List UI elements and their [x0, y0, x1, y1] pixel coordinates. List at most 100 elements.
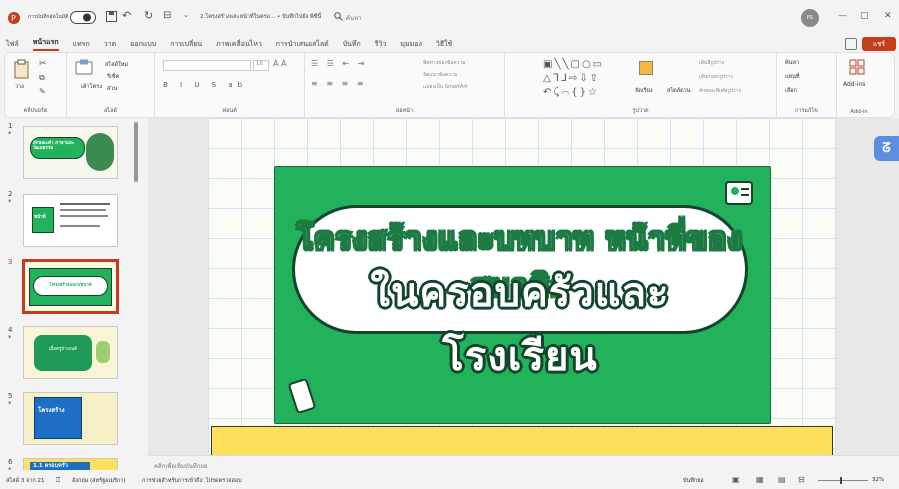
new-slide-icon[interactable] [75, 59, 93, 81]
id-card-icon [723, 179, 757, 211]
quick-styles-button[interactable]: สไตล์ด่วน [667, 87, 691, 95]
slide-thumbnail-2[interactable]: หน้าที่ [23, 194, 118, 247]
arrange-icon[interactable] [639, 61, 653, 75]
zoom-slider-thumb[interactable] [840, 477, 842, 484]
increase-font-icon[interactable]: A A [273, 59, 287, 68]
close-button[interactable]: ✕ [884, 11, 892, 21]
reset-button[interactable]: รีเซ็ต [107, 73, 119, 81]
thumb-title-6: 1.1 ครอบครัว [33, 463, 68, 469]
font-format-icons[interactable]: B I U S ab [163, 81, 247, 89]
tab-review[interactable]: รีวิว [375, 39, 387, 50]
notes-button[interactable]: บันทึกย่อ [683, 477, 704, 485]
section-button[interactable]: ส่วน [107, 85, 117, 93]
customize-qat-icon[interactable]: ⌄ [183, 11, 189, 19]
reading-view-icon[interactable]: ▤ [778, 475, 786, 484]
comments-icon[interactable] [845, 38, 857, 50]
shape-fill-button[interactable]: เติมสีรูปร่าง [699, 59, 724, 67]
accessibility-status[interactable]: การช่วยสำหรับการเข้าถึง: โปรดตรวจสอบ [142, 477, 242, 485]
arrange-button[interactable]: จัดเรียง [635, 87, 653, 95]
avatar[interactable]: PS [801, 9, 819, 27]
smartart-button[interactable]: แปลงเป็น SmartArt [423, 83, 467, 91]
zoom-level[interactable]: 32% [872, 477, 884, 483]
slide-sorter-icon[interactable]: ▦ [756, 475, 764, 484]
addins-group-label: Add-in [850, 109, 868, 115]
tab-view[interactable]: มุมมอง [400, 39, 421, 50]
document-title[interactable]: 2.โครงสร้างและหน้าที่ในครอ... • บันทึกไป… [200, 13, 321, 21]
replace-button[interactable]: แทนที่ [785, 73, 800, 81]
copilot-icon[interactable]: ᘔ [874, 136, 899, 161]
search-icon [334, 12, 343, 21]
normal-view-icon[interactable]: ▣ [732, 475, 740, 484]
addins-button[interactable]: Add-ins [843, 81, 865, 88]
paste-icon[interactable] [13, 59, 31, 81]
shape-outline-button[interactable]: เส้นกรอบรูปร่าง [699, 73, 733, 81]
redo-icon[interactable]: ↻ [144, 9, 153, 22]
slide-editor[interactable]: โครงสร้างและบทบาท หน้าที่ของสมาชิก ในครอ… [148, 118, 899, 455]
slide-thumbnail-6[interactable]: 1.1 ครอบครัว [23, 458, 118, 470]
cut-icon[interactable]: ✂ [39, 59, 47, 69]
search-input[interactable]: ค้นหา [346, 13, 361, 23]
thumb-title-3: โครงสร้างและบทบาท [49, 283, 92, 288]
zoom-slider[interactable] [818, 480, 868, 481]
align-icons[interactable]: ≡ ≡ ≡ ≡ [311, 79, 366, 88]
font-size-combo[interactable]: 18 [253, 60, 269, 71]
font-name-combo[interactable] [163, 60, 251, 71]
language-indicator[interactable]: อังกฤษ (สหรัฐอเมริกา) [72, 477, 125, 485]
spelling-icon[interactable]: ⍞ [56, 476, 60, 485]
autosave-toggle[interactable] [70, 11, 96, 24]
slides-group-label: สไลด์ [103, 108, 118, 114]
present-icon[interactable]: ⊟ [163, 10, 171, 21]
thumb-title-1: ลักษณะคำ ภาษาและวัฒนธรรม [33, 141, 75, 152]
slide-thumbnail-3[interactable]: โครงสร้างและบทบาท [22, 259, 119, 314]
tab-home[interactable]: หน้าแรก [32, 37, 59, 51]
share-button[interactable]: แชร์ [862, 37, 896, 51]
title-text-box[interactable]: โครงสร้างและบทบาท หน้าที่ของสมาชิก ในครอ… [292, 205, 748, 380]
bullets-icons[interactable]: ☰ ☰ ⇤ ⇥ [311, 59, 367, 68]
tab-slideshow[interactable]: การนำเสนอสไลด์ [276, 39, 329, 50]
slide-title-line-2[interactable]: ในครอบครัวและโรงเรียน [295, 260, 745, 388]
tab-design[interactable]: ออกแบบ [130, 39, 156, 50]
slide-thumbnail-5[interactable]: โครงสร้าง [23, 392, 118, 445]
minimize-button[interactable]: — [838, 11, 847, 21]
thumb-star-5: * [8, 400, 12, 408]
tab-draw[interactable]: วาด [104, 39, 116, 50]
select-button[interactable]: เลือก [785, 87, 797, 95]
paragraph-group-label: ย่อหน้า [396, 108, 413, 114]
thumbnails-scrollbar[interactable] [134, 122, 138, 182]
shapes-gallery-row2[interactable]: △ᒣᒧ⇨⇩⇧ [543, 73, 600, 84]
shapes-gallery[interactable]: ▣╲╲▢○▭ [543, 59, 604, 70]
addins-icon[interactable] [849, 59, 865, 77]
shape-effects-button[interactable]: ลักษณะพิเศษรูปร่าง [699, 87, 741, 95]
restore-button[interactable]: ▢ [860, 11, 869, 21]
editing-group-label: การแก้ไข [795, 108, 818, 114]
tab-animations[interactable]: ภาพเคลื่อนไหว [216, 39, 262, 50]
paragraph-group: ☰ ☰ ⇤ ⇥ ≡ ≡ ≡ ≡ ทิศทางของข้อความ จัดแนวข… [305, 53, 505, 117]
shapes-gallery-row3[interactable]: ↶⤹⌒{}☆ [543, 87, 599, 98]
notes-placeholder[interactable]: คลิกเพื่อเพิ่มบันทึกย่อ [154, 461, 208, 471]
tab-file[interactable]: ไฟล์ [6, 39, 19, 50]
share-label: แชร์ [872, 40, 886, 48]
thumb-star-6: * [8, 466, 12, 470]
autosave-label: การบันทึกอัตโนมัติ [28, 14, 69, 20]
slide-thumbnail-1[interactable]: ลักษณะคำ ภาษาและวัฒนธรรม [23, 126, 118, 179]
tab-transitions[interactable]: การเปลี่ยน [170, 39, 202, 50]
tab-insert[interactable]: แทรก [73, 39, 90, 50]
status-bar: สไลด์ 3 จาก 21 ⍞ อังกฤษ (สหรัฐอเมริกา) ก… [0, 473, 899, 489]
drawing-group: ▣╲╲▢○▭ △ᒣᒧ⇨⇩⇧ ↶⤹⌒{}☆ จัดเรียง สไตล์ด่วน … [505, 53, 777, 117]
notes-pane[interactable]: คลิกเพื่อเพิ่มบันทึกย่อ [148, 455, 899, 473]
new-slide-label[interactable]: สไลด์ใหม่ [105, 61, 128, 69]
text-direction-button[interactable]: ทิศทางของข้อความ [423, 59, 466, 67]
tab-help[interactable]: วิธีใช้ [436, 39, 452, 50]
slide-thumbnail-4[interactable]: เมื่อครูถ้าเมนต์ [23, 326, 118, 379]
undo-icon[interactable]: ↶ [122, 9, 131, 22]
save-icon[interactable] [106, 11, 117, 22]
copy-icon[interactable]: ⧉ [39, 73, 45, 83]
format-painter-icon[interactable]: ✎ [39, 87, 46, 96]
find-button[interactable]: ค้นหา [785, 59, 799, 67]
slides-group: สไลด์ใหม่ รีเซ็ต ส่วน เค้าโครง สไลด์ [67, 53, 155, 117]
drawing-group-label: รูปวาด [632, 108, 649, 114]
align-text-button[interactable]: จัดแนวข้อความ [423, 71, 457, 79]
tab-record[interactable]: บันทึก [343, 39, 361, 50]
slideshow-icon[interactable]: ⊟ [798, 475, 805, 484]
layout-button[interactable]: เค้าโครง [81, 83, 102, 91]
